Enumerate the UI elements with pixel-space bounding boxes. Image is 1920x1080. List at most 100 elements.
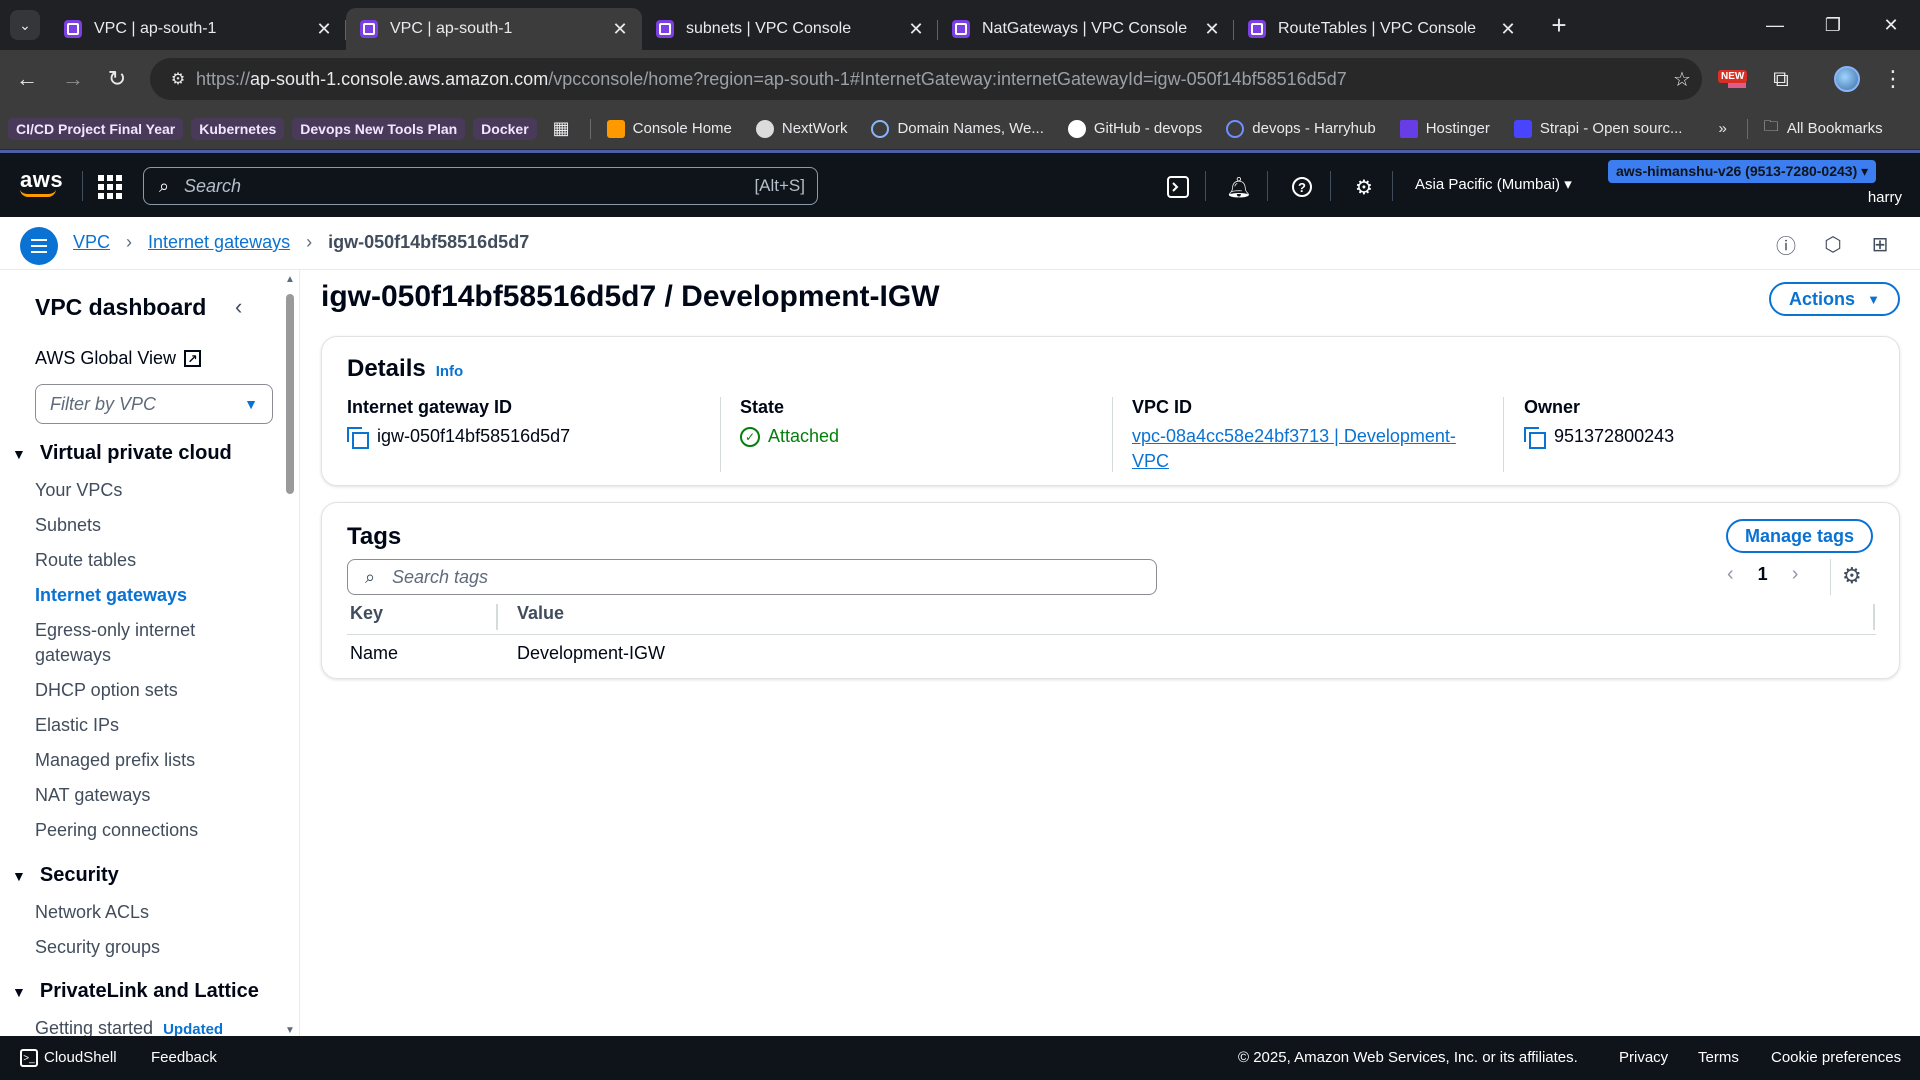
bookmark-kubernetes[interactable]: Kubernetes	[191, 117, 285, 140]
bookmark-console-home[interactable]: Console Home	[599, 116, 740, 142]
scroll-up-arrow-icon[interactable]: ▲	[284, 274, 296, 285]
previous-page-chevron-icon[interactable]: ‹	[1727, 563, 1734, 586]
window-close-icon[interactable]: ✕	[1862, 0, 1920, 50]
sidebar-title[interactable]: VPC dashboard	[35, 294, 206, 321]
sidebar-global-view-link[interactable]: AWS Global View ↗	[35, 348, 202, 369]
tab-search-button[interactable]: ⌄	[10, 10, 40, 40]
services-grid-icon[interactable]	[98, 175, 122, 199]
side-nav-toggle-icon[interactable]	[20, 227, 58, 265]
account-menu[interactable]: aws-himanshu-v26 (9513-7280-0243) ▾	[1608, 160, 1877, 183]
cookie-preferences-link[interactable]: Cookie preferences	[1771, 1049, 1901, 1066]
bookmark-docker[interactable]: Docker	[473, 117, 537, 140]
tab-close-icon[interactable]: ✕	[1202, 19, 1222, 40]
breadcrumb-internet-gateways[interactable]: Internet gateways	[148, 232, 290, 253]
tab-close-icon[interactable]: ✕	[314, 19, 334, 40]
collapse-sidebar-chevron-icon[interactable]: ‹	[235, 294, 242, 320]
sidebar-item-security-groups[interactable]: Security groups	[35, 935, 160, 960]
browser-tab[interactable]: NatGateways | VPC Console ✕	[938, 8, 1234, 50]
bookmark-all[interactable]: 🗀 All Bookmarks	[1756, 112, 1891, 145]
restore-icon[interactable]: ❐	[1804, 0, 1862, 50]
more-bookmarks-chevron-icon[interactable]: »	[1710, 116, 1734, 141]
sidebar-item-elastic-ips[interactable]: Elastic IPs	[35, 713, 119, 738]
sidebar-item-peering-connections[interactable]: Peering connections	[35, 818, 198, 843]
bookmark-hostinger[interactable]: Hostinger	[1392, 116, 1498, 142]
info-link[interactable]: Info	[436, 363, 464, 380]
section-privatelink-lattice[interactable]: ▼ PrivateLink and Lattice	[12, 980, 259, 1003]
search-tags-input[interactable]: ⌕ Search tags	[347, 559, 1157, 595]
table-preferences-gear-icon[interactable]: ⚙	[1842, 563, 1862, 589]
browser-tab-active[interactable]: VPC | ap-south-1 ✕	[346, 8, 642, 50]
bookmark-github[interactable]: GitHub - devops	[1060, 116, 1210, 142]
region-selector[interactable]: Asia Pacific (Mumbai) ▾	[1415, 175, 1572, 193]
reload-icon[interactable]: ↻	[102, 64, 132, 94]
notifications-bell-icon[interactable]: 🔔︎	[1225, 173, 1253, 201]
sidebar-scrollbar[interactable]: ▲ ▼	[284, 274, 296, 1036]
tab-close-icon[interactable]: ✕	[610, 19, 630, 40]
tab-close-icon[interactable]: ✕	[906, 19, 926, 40]
apps-grid-icon[interactable]: ▦	[545, 114, 578, 143]
browser-menu-icon[interactable]: ⋮	[1876, 62, 1910, 96]
column-header-value[interactable]: Value	[517, 603, 564, 624]
sidebar-item-nat-gateways[interactable]: NAT gateways	[35, 783, 150, 808]
sidebar-item-your-vpcs[interactable]: Your VPCs	[35, 478, 122, 503]
scrollbar-thumb[interactable]	[286, 294, 294, 494]
username[interactable]: harry	[1868, 189, 1902, 206]
bookmark-devops-tools[interactable]: Devops New Tools Plan	[292, 117, 466, 140]
actions-button[interactable]: Actions ▼	[1769, 282, 1900, 316]
profile-avatar[interactable]	[1834, 66, 1860, 92]
feedback-link[interactable]: Feedback	[151, 1049, 217, 1066]
aws-logo[interactable]: aws	[20, 167, 63, 197]
breadcrumb-vpc[interactable]: VPC	[73, 232, 110, 253]
address-bar[interactable]: ⚙ https://ap-south-1.console.aws.amazon.…	[150, 58, 1702, 100]
copy-icon[interactable]	[1524, 427, 1546, 449]
section-virtual-private-cloud[interactable]: ▼ Virtual private cloud	[12, 442, 232, 465]
next-page-chevron-icon[interactable]: ›	[1792, 563, 1799, 586]
column-resizer[interactable]	[496, 604, 498, 630]
vpc-id-link[interactable]: vpc-08a4cc58e24bf3713 | Development- VPC	[1132, 424, 1472, 474]
scroll-down-arrow-icon[interactable]: ▼	[284, 1025, 296, 1036]
cloudshell-icon[interactable]	[1164, 173, 1192, 201]
column-resizer[interactable]	[1873, 604, 1875, 630]
help-icon[interactable]: ?	[1288, 173, 1316, 201]
info-panel-icon[interactable]: ⓘ	[1774, 232, 1798, 258]
bookmark-nextwork[interactable]: NextWork	[748, 116, 856, 142]
sidebar-item-managed-prefix-lists[interactable]: Managed prefix lists	[35, 748, 195, 773]
igw-id-label: Internet gateway ID	[347, 397, 513, 417]
terms-link[interactable]: Terms	[1698, 1049, 1739, 1066]
sidebar-item-getting-started[interactable]: Getting started Updated	[35, 1016, 223, 1036]
url-text[interactable]: https://ap-south-1.console.aws.amazon.co…	[196, 69, 1662, 90]
forward-arrow-icon[interactable]: →	[58, 64, 88, 94]
current-page-number[interactable]: 1	[1758, 564, 1768, 585]
settings-gear-icon[interactable]: ⚙	[1350, 173, 1378, 201]
site-info-icon[interactable]: ⚙	[160, 69, 196, 89]
column-header-key[interactable]: Key	[350, 603, 383, 624]
browser-tab[interactable]: subnets | VPC Console ✕	[642, 8, 938, 50]
extensions-puzzle-icon[interactable]: ⧉	[1764, 62, 1798, 96]
feedback-panel-icon[interactable]: ⊞	[1868, 232, 1892, 256]
sidebar-item-egress-only-gateways[interactable]: Egress-only internet gateways	[35, 618, 195, 668]
aws-search-input[interactable]: ⌕ Search [Alt+S]	[143, 167, 818, 205]
copy-icon[interactable]	[347, 427, 369, 449]
filter-by-vpc-select[interactable]: Filter by VPC ▼	[35, 384, 273, 424]
browser-tab[interactable]: RouteTables | VPC Console ✕	[1234, 8, 1530, 50]
minimize-icon[interactable]: —	[1746, 0, 1804, 50]
back-arrow-icon[interactable]: ←	[12, 64, 42, 94]
bookmark-star-icon[interactable]: ☆	[1662, 67, 1702, 92]
bookmark-cicd[interactable]: CI/CD Project Final Year	[8, 117, 184, 140]
sidebar-item-network-acls[interactable]: Network ACLs	[35, 900, 149, 925]
sidebar-item-dhcp-option-sets[interactable]: DHCP option sets	[35, 678, 178, 703]
bookmark-harryhub[interactable]: devops - Harryhub	[1218, 116, 1383, 142]
manage-tags-button[interactable]: Manage tags	[1726, 519, 1873, 553]
sidebar-item-internet-gateways[interactable]: Internet gateways	[35, 583, 187, 608]
bookmark-strapi[interactable]: Strapi - Open sourc...	[1506, 116, 1691, 142]
section-security[interactable]: ▼ Security	[12, 864, 119, 887]
browser-tab[interactable]: VPC | ap-south-1 ✕	[50, 8, 346, 50]
privacy-link[interactable]: Privacy	[1619, 1049, 1668, 1066]
sidebar-item-route-tables[interactable]: Route tables	[35, 548, 136, 573]
new-tab-plus-icon[interactable]: +	[1544, 10, 1574, 40]
bookmark-domain-names[interactable]: Domain Names, We...	[863, 116, 1051, 142]
sidebar-item-subnets[interactable]: Subnets	[35, 513, 101, 538]
security-hub-icon[interactable]: ⬡	[1821, 232, 1845, 256]
cloudshell-button[interactable]: >_ CloudShell	[20, 1049, 117, 1068]
tab-close-icon[interactable]: ✕	[1498, 19, 1518, 40]
